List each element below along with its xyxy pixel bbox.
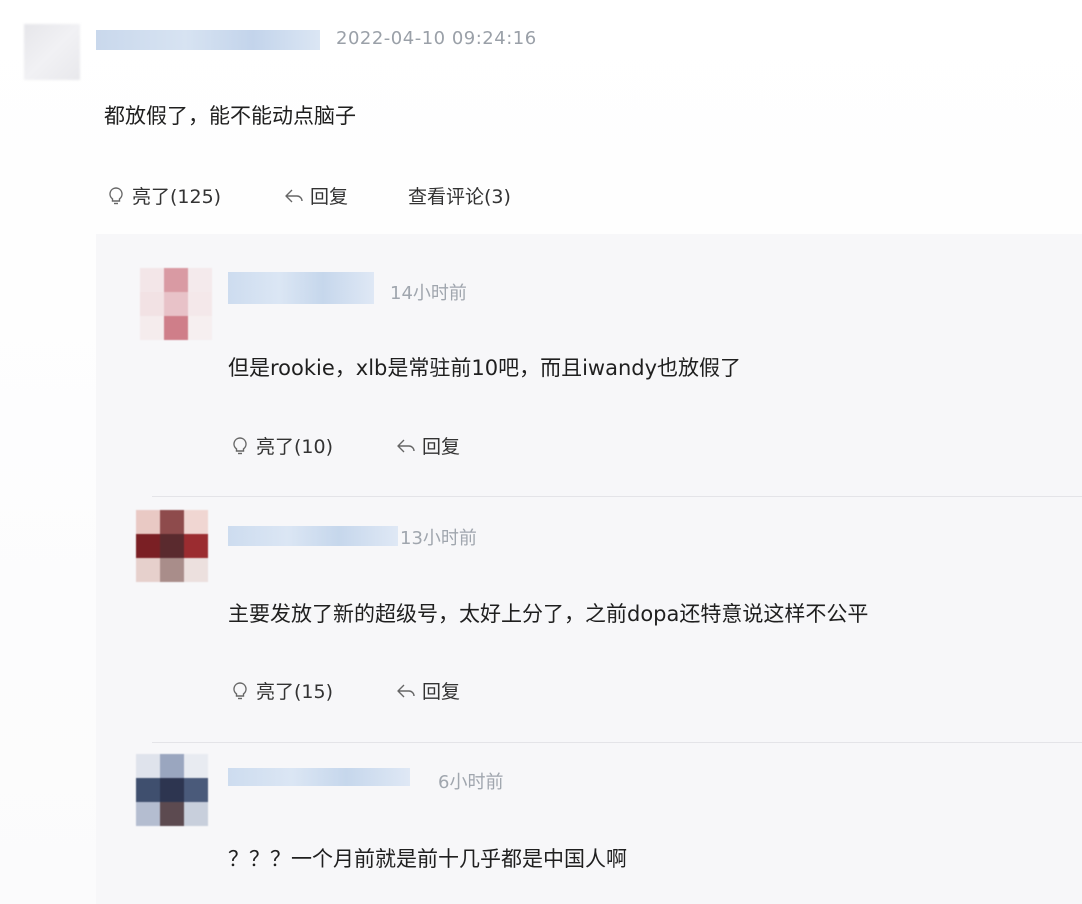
avatar[interactable] — [24, 24, 80, 80]
reply-arrow-icon — [396, 681, 416, 701]
like-button[interactable]: 亮了(125) — [106, 182, 221, 209]
reply-arrow-icon — [396, 436, 416, 456]
replies-panel — [96, 234, 1082, 904]
like-label: 亮了(15) — [256, 681, 334, 703]
lightbulb-icon — [106, 186, 126, 206]
reply-label: 回复 — [422, 681, 461, 703]
comment-timestamp: 2022-04-10 09:24:16 — [336, 28, 537, 49]
like-label: 亮了(10) — [256, 436, 334, 458]
username-blurred[interactable] — [228, 526, 398, 546]
reply-text: ？？？一个月前就是前十几乎都是中国人啊 — [228, 847, 627, 871]
avatar[interactable] — [136, 510, 208, 582]
reply-label: 回复 — [310, 186, 349, 208]
username-blurred[interactable] — [228, 272, 374, 304]
divider — [152, 496, 1082, 497]
view-replies-link[interactable]: 查看评论(3) — [408, 182, 511, 209]
view-replies-label: 查看评论(3) — [408, 186, 511, 208]
lightbulb-icon — [230, 436, 250, 456]
like-button[interactable]: 亮了(15) — [230, 677, 333, 704]
avatar[interactable] — [140, 268, 212, 340]
like-button[interactable]: 亮了(10) — [230, 432, 333, 459]
reply-timestamp: 6小时前 — [438, 772, 504, 793]
reply-arrow-icon — [284, 186, 304, 206]
divider — [152, 742, 1082, 743]
username-blurred[interactable] — [228, 768, 410, 786]
reply-text: 主要发放了新的超级号，太好上分了，之前dopa还特意说这样不公平 — [228, 602, 869, 626]
lightbulb-icon — [230, 681, 250, 701]
reply-label: 回复 — [422, 436, 461, 458]
reply-timestamp: 14小时前 — [390, 283, 467, 304]
like-label: 亮了(125) — [132, 186, 222, 208]
reply-timestamp: 13小时前 — [400, 528, 477, 549]
avatar[interactable] — [136, 754, 208, 826]
username-blurred[interactable] — [96, 30, 320, 50]
reply-button[interactable]: 回复 — [396, 677, 460, 704]
comment-text: 都放假了，能不能动点脑子 — [104, 104, 356, 128]
reply-button[interactable]: 回复 — [396, 432, 460, 459]
reply-text: 但是rookie，xlb是常驻前10吧，而且iwandy也放假了 — [228, 356, 742, 380]
reply-button[interactable]: 回复 — [284, 182, 348, 209]
